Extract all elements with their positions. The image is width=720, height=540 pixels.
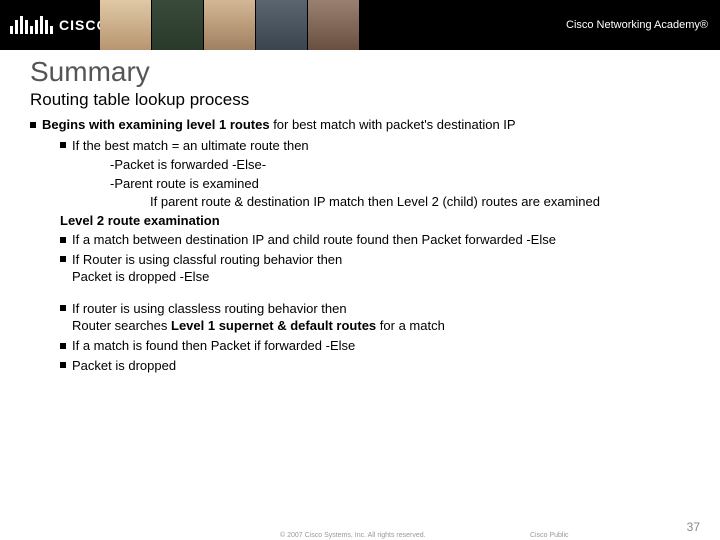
slide-header: CISCO Cisco Networking Academy® [0,0,720,50]
bullet-level2: If a match between destination IP and ch… [30,231,690,249]
page-number: 37 [687,520,700,534]
slide-subtitle: Routing table lookup process [0,90,720,116]
header-photo-strip [100,0,360,50]
cisco-bars-icon [10,16,53,34]
text: -Parent route is examined [110,176,259,191]
bullet-level2: If router is using classless routing beh… [30,300,690,335]
bullet-level2: If the best match = an ultimate route th… [30,137,690,155]
text: Router searches [60,318,171,333]
text-bold: Level 2 route examination [60,213,220,228]
text: If parent route & destination IP match t… [150,194,600,209]
cisco-logo: CISCO [0,16,108,34]
bullet-level3: -Parent route is examined [30,175,690,193]
text-bold: Level 1 supernet & default routes [171,318,376,333]
slide-title: Summary [0,50,720,90]
text: If router is using classless routing beh… [72,301,347,316]
bullet-level3: -Packet is forwarded -Else- [30,156,690,174]
bullet-level4: If parent route & destination IP match t… [30,193,690,211]
bullet-icon [60,256,66,262]
bullet-icon [60,343,66,349]
text-bold: Begins with examining level 1 routes [42,117,270,132]
text: If Router is using classful routing beha… [72,252,342,267]
bullet-icon [30,122,36,128]
text: Packet is dropped [72,358,176,373]
academy-label: Cisco Networking Academy® [566,19,708,31]
slide-content: Begins with examining level 1 routes for… [0,116,720,374]
text: for a match [376,318,445,333]
bullet-level2: If Router is using classful routing beha… [30,251,690,286]
bullet-icon [60,142,66,148]
text: If the best match = an ultimate route th… [72,138,309,153]
bullet-level2: Packet is dropped [30,357,690,375]
bullet-icon [60,237,66,243]
text: for best match with packet's destination… [270,117,516,132]
bullet-icon [60,305,66,311]
public-label: Cisco Public [530,532,569,539]
text: -Packet is forwarded -Else- [110,157,266,172]
text: If a match between destination IP and ch… [72,232,556,247]
text: If a match is found then Packet if forwa… [72,338,355,353]
content-block-2: If router is using classless routing beh… [30,300,690,374]
bullet-level2: Level 2 route examination [30,212,690,230]
text: Packet is dropped -Else [60,269,209,284]
bullet-icon [60,362,66,368]
bullet-level1: Begins with examining level 1 routes for… [30,116,690,134]
bullet-level2: If a match is found then Packet if forwa… [30,337,690,355]
copyright-text: © 2007 Cisco Systems, Inc. All rights re… [280,532,426,539]
